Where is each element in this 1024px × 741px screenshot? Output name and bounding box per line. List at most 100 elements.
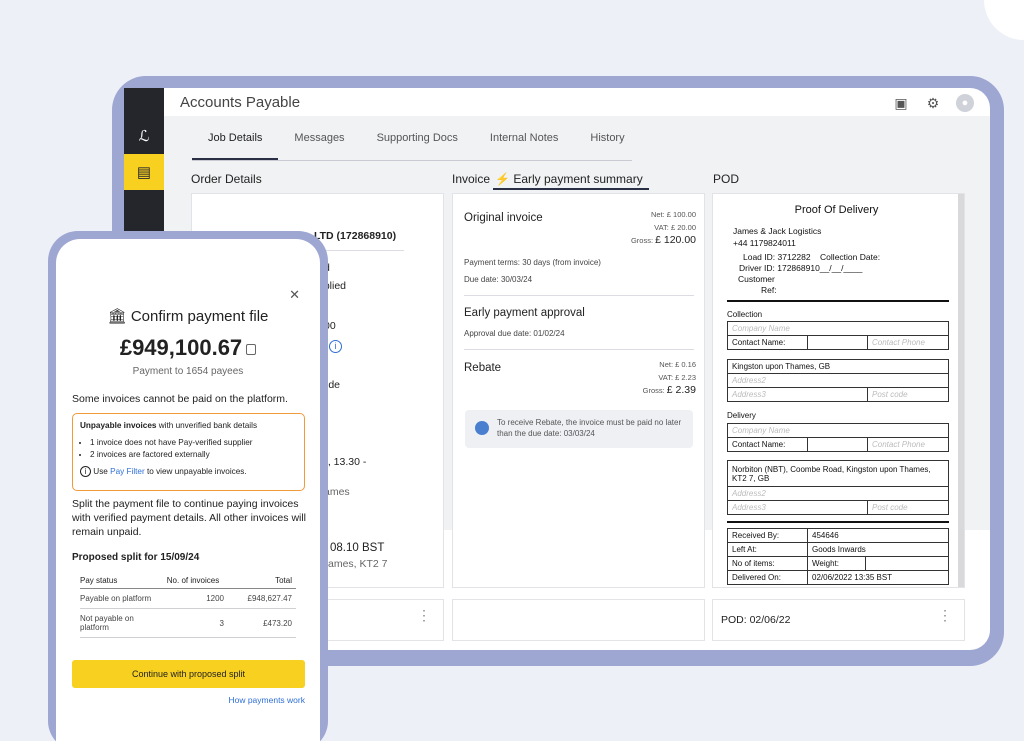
how-payments-work-link[interactable]: How payments work bbox=[228, 695, 305, 705]
status-cell: Payable on platform bbox=[80, 588, 158, 609]
pod-address1: Kingston upon Thames, GB bbox=[727, 359, 949, 374]
pod-weight-label: Weight: bbox=[807, 556, 866, 571]
pod-left-at-value: Goods Inwards bbox=[807, 542, 949, 557]
pod-delivery-contact-label: Contact Name: bbox=[727, 437, 808, 452]
warning-box-title-rest: with unverified bank details bbox=[156, 421, 258, 430]
order-line: ames, KT2 7 bbox=[328, 558, 388, 570]
split-explanation: Split the payment file to continue payin… bbox=[72, 498, 307, 538]
terms-label: Payment terms: bbox=[464, 258, 521, 267]
rebate-gross-row: Gross: £ 2.39 bbox=[643, 384, 696, 397]
early-approval-title: Early payment approval bbox=[464, 307, 585, 319]
pod-delivery-address3: Address3 bbox=[727, 500, 868, 515]
tab-internal-notes[interactable]: Internal Notes bbox=[474, 124, 574, 160]
tab-job-details[interactable]: Job Details bbox=[192, 124, 279, 160]
pod-delivery-address: Norbiton (NBT), Coombe Road, Kingston up… bbox=[727, 460, 949, 515]
copy-icon[interactable] bbox=[246, 343, 257, 355]
tabs-divider bbox=[192, 160, 632, 161]
rebate-note-text: To receive Rebate, the invoice must be p… bbox=[497, 418, 682, 438]
close-icon[interactable]: ✕ bbox=[289, 287, 300, 303]
rebate-title: Rebate bbox=[464, 362, 502, 374]
more-options-icon[interactable]: ⋮ bbox=[417, 608, 431, 622]
coins-icon bbox=[475, 421, 489, 435]
count-cell: 3 bbox=[158, 608, 228, 638]
divider bbox=[727, 521, 949, 523]
pod-company: James & Jack Logistics bbox=[733, 226, 822, 236]
pod-contact-value bbox=[807, 335, 868, 350]
lightning-icon: ⚡ bbox=[495, 172, 511, 186]
terms-value: 30 days (from invoice) bbox=[522, 258, 601, 267]
pod-ids: Load ID: 3712282 Collection Date: Driver… bbox=[738, 252, 880, 296]
pod-contact-phone: Contact Phone bbox=[867, 335, 949, 350]
column-header: Pay status bbox=[80, 573, 158, 589]
tab-bar: Job Details Messages Supporting Docs Int… bbox=[192, 124, 641, 160]
order-line: 2, 13.30 - bbox=[322, 456, 367, 468]
pod-customer: Customer bbox=[738, 274, 775, 284]
gross-value: £ 120.00 bbox=[655, 234, 696, 246]
continue-split-button[interactable]: Continue with proposed split bbox=[72, 660, 305, 688]
page-title: Accounts Payable bbox=[180, 94, 301, 111]
pod-load-row: Load ID: 3712282 Collection Date: bbox=[743, 252, 880, 263]
tab-supporting-docs[interactable]: Supporting Docs bbox=[361, 124, 474, 160]
list-item: 1 invoice does not have Pay-verified sup… bbox=[90, 437, 297, 449]
pod-delivery-address1: Norbiton (NBT), Coombe Road, Kingston up… bbox=[727, 460, 949, 487]
bank-icon: 🏛 bbox=[107, 308, 127, 325]
pod-contact-label: Contact Name: bbox=[727, 335, 808, 350]
gear-icon[interactable]: ⚙ bbox=[924, 94, 942, 112]
sidebar-logo-icon[interactable]: ℒ bbox=[124, 118, 164, 154]
avatar[interactable]: ● bbox=[956, 94, 974, 112]
count-cell: 1200 bbox=[158, 588, 228, 609]
pod-received-value: 454646 bbox=[807, 528, 949, 543]
divider bbox=[464, 349, 694, 350]
invoice-tab[interactable]: Invoice bbox=[452, 172, 490, 186]
pod-delivery-label: Delivery bbox=[727, 411, 756, 420]
payment-amount: £949,100.67 bbox=[56, 335, 320, 361]
scrollbar[interactable] bbox=[958, 194, 964, 587]
info-icon[interactable]: i bbox=[329, 340, 342, 353]
warning-box-title-bold: Unpayable invoices bbox=[80, 421, 157, 430]
rebate-vat: VAT: £ 2.23 bbox=[658, 373, 696, 382]
due-date: Due date: 30/03/24 bbox=[464, 275, 532, 284]
phone-frame: ✕ 🏛 Confirm payment file £949,100.67 Pay… bbox=[48, 231, 328, 741]
pod-delivery-phone: Contact Phone bbox=[867, 437, 949, 452]
split-table: Pay status No. of invoices Total Payable… bbox=[80, 573, 296, 638]
divider bbox=[727, 300, 949, 302]
pod-driver-id: Driver ID: 172868910__/__/____ bbox=[739, 263, 863, 273]
tab-messages[interactable]: Messages bbox=[278, 124, 360, 160]
pod-received-label: Received By: bbox=[727, 528, 808, 543]
pod-delivery-postcode: Post code bbox=[867, 500, 949, 515]
pod-delivered-label: Delivered On: bbox=[727, 570, 808, 585]
contact-card-icon[interactable]: ▣ bbox=[892, 94, 910, 112]
warning-list: 1 invoice does not have Pay-verified sup… bbox=[90, 437, 297, 461]
pod-items-label: No of items: bbox=[727, 556, 808, 571]
sidebar-documents-icon[interactable]: ▤ bbox=[124, 154, 164, 190]
pod-postcode: Post code bbox=[867, 387, 949, 402]
pod-delivery-address2: Address2 bbox=[727, 486, 949, 501]
approval-due-date: Approval due date: 01/02/24 bbox=[464, 329, 565, 338]
pay-filter-link[interactable]: Pay Filter bbox=[110, 467, 145, 476]
tab-history[interactable]: History bbox=[574, 124, 640, 160]
due-value: 30/03/24 bbox=[500, 275, 533, 284]
pod-footer-card: POD: 02/06/22 ⋮ bbox=[712, 599, 965, 641]
modal-title-text: Confirm payment file bbox=[130, 308, 269, 325]
column-header: Total bbox=[228, 573, 296, 589]
pod-footer-label: POD: 02/06/22 bbox=[721, 614, 791, 626]
pod-title: Proof Of Delivery bbox=[794, 204, 879, 216]
rebate-note: To receive Rebate, the invoice must be p… bbox=[465, 410, 693, 448]
due-label: Due date: bbox=[464, 275, 499, 284]
table-row: Not payable on platform 3 £473.20 bbox=[80, 608, 296, 638]
total-cell: £948,627.47 bbox=[228, 588, 296, 609]
gross-row: Gross: £ 120.00 bbox=[631, 234, 696, 247]
total-cell: £473.20 bbox=[228, 608, 296, 638]
more-options-icon[interactable]: ⋮ bbox=[938, 608, 952, 622]
unpayable-warning-box: Unpayable invoices with unverified bank … bbox=[72, 413, 305, 491]
rebate-gross-label: Gross: bbox=[642, 386, 665, 395]
warning-box-title: Unpayable invoices with unverified bank … bbox=[80, 421, 297, 430]
column-header: No. of invoices bbox=[158, 573, 228, 589]
pod-header-info: James & Jack Logistics +44 1179824011 bbox=[733, 225, 821, 249]
use-text: Use bbox=[93, 467, 111, 476]
divider bbox=[464, 295, 694, 296]
pay-filter-hint: i Use Pay Filter to view unpayable invoi… bbox=[80, 466, 297, 477]
pod-collection-address: Kingston upon Thames, GB Address2 Addres… bbox=[727, 359, 949, 402]
table-row: Payable on platform 1200 £948,627.47 bbox=[80, 588, 296, 609]
early-payment-tab[interactable]: ⚡ Early payment summary bbox=[493, 172, 649, 190]
